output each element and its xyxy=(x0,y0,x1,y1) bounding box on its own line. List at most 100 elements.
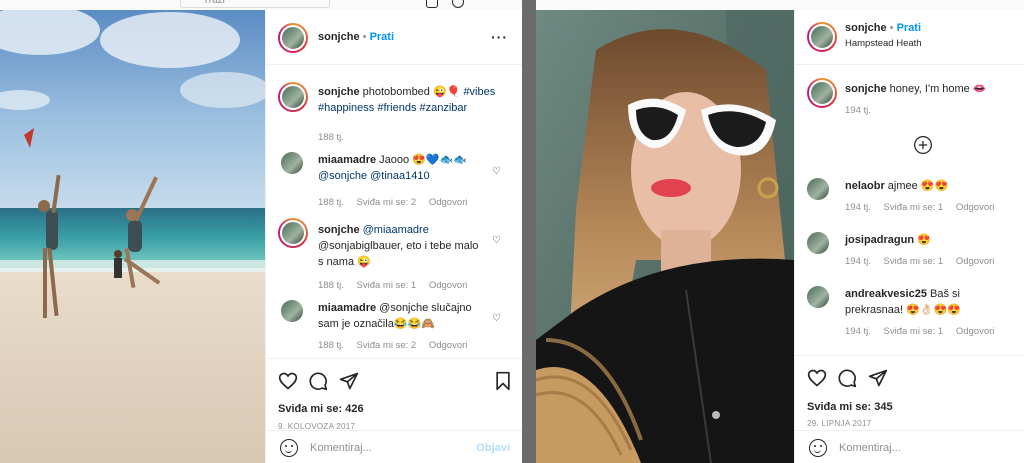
follow-button[interactable]: Prati xyxy=(370,31,394,43)
reply-button[interactable]: Odgovori xyxy=(429,340,468,351)
comment-text-cont: sam je označila😂😂🙈 xyxy=(318,318,435,330)
avatar[interactable] xyxy=(281,300,303,322)
post-username[interactable]: sonjche xyxy=(318,31,360,43)
post-card-2: sonjche • Prati Hampstead Heath sonjche … xyxy=(536,10,1024,463)
follow-button[interactable]: Prati xyxy=(897,22,921,34)
post-caption: sonjche honey, I'm home 👄 194 tj. xyxy=(795,78,1024,128)
emoji-smile-icon[interactable] xyxy=(809,439,827,457)
reply-button[interactable]: Odgovori xyxy=(429,197,468,208)
caption-text: photobombed 😜🎈 xyxy=(362,86,461,98)
instagram-screens: Traži sonjche • Prati ··· sonjche photob… xyxy=(0,0,1024,463)
comment-item: josipadragun 😍 194 tj. Sviđa mi se: 1 Od… xyxy=(795,232,1024,282)
comment-time[interactable]: 188 tj. xyxy=(318,197,344,208)
selfie-photo-image xyxy=(536,10,794,463)
home-icon[interactable] xyxy=(426,0,438,8)
comment-time[interactable]: 194 tj. xyxy=(845,202,871,213)
caption-text: honey, I'm home 👄 xyxy=(889,83,987,95)
comment-composer: Komentiraj... xyxy=(795,430,1024,463)
comment-text-cont: s nama 😜 xyxy=(318,256,371,268)
post-actions: Sviđa mi se: 345 29. LIPNJA 2017 xyxy=(795,355,1024,428)
caption-username[interactable]: sonjche xyxy=(845,83,887,95)
comment-text: Baš si xyxy=(930,288,960,300)
comment-bubble-icon[interactable] xyxy=(837,368,857,388)
more-options-icon[interactable]: ··· xyxy=(491,29,508,45)
post-caption: sonjche photobombed 😜🎈 #vibes #happiness… xyxy=(266,80,522,150)
explore-icon[interactable] xyxy=(452,0,464,8)
reply-button[interactable]: Odgovori xyxy=(956,202,995,213)
save-bookmark-icon[interactable] xyxy=(493,371,513,391)
caption-username[interactable]: sonjche xyxy=(318,86,360,98)
comment-input[interactable]: Komentiraj... xyxy=(839,442,901,454)
share-paperplane-icon[interactable] xyxy=(339,371,359,391)
avatar[interactable] xyxy=(807,22,837,52)
comment-text: Jaooo 😍💙🐟🐟 xyxy=(379,154,467,166)
comment-likes[interactable]: Sviđa mi se: 1 xyxy=(884,256,944,267)
post-date[interactable]: 29. LIPNJA 2017 xyxy=(807,419,872,428)
like-heart-icon[interactable] xyxy=(278,371,298,391)
reply-button[interactable]: Odgovori xyxy=(956,256,995,267)
comment-likes[interactable]: Sviđa mi se: 1 xyxy=(884,326,944,337)
caption-time[interactable]: 188 tj. xyxy=(318,132,344,143)
comment-time[interactable]: 194 tj. xyxy=(845,326,871,337)
post-photo-selfie[interactable] xyxy=(536,10,794,463)
like-count[interactable]: Sviđa mi se: 345 xyxy=(807,401,893,413)
comment-input[interactable]: Komentiraj... xyxy=(310,442,372,454)
post-location[interactable]: Hampstead Heath xyxy=(845,38,922,49)
top-navigation-strip: Traži xyxy=(0,0,1024,10)
post-card-1: sonjche • Prati ··· sonjche photobombed … xyxy=(0,10,522,463)
avatar[interactable] xyxy=(278,218,308,248)
like-count[interactable]: Sviđa mi se: 426 xyxy=(278,403,364,415)
comment-username[interactable]: miaamadre xyxy=(318,154,376,166)
reply-button[interactable]: Odgovori xyxy=(956,326,995,337)
separator-dot: • xyxy=(889,22,897,34)
caption-time[interactable]: 194 tj. xyxy=(845,105,871,116)
comment-time[interactable]: 194 tj. xyxy=(845,256,871,267)
comment-username[interactable]: nelaobr xyxy=(845,180,885,192)
comment-time[interactable]: 188 tj. xyxy=(318,340,344,351)
comment-bubble-icon[interactable] xyxy=(308,371,328,391)
comment-mentions[interactable]: @sonjche @tinaa1410 xyxy=(318,170,430,182)
hashtag[interactable]: #vibes xyxy=(463,86,495,98)
gutter xyxy=(522,0,536,463)
share-paperplane-icon[interactable] xyxy=(868,368,888,388)
comment-username[interactable]: sonjche xyxy=(318,224,360,236)
post-header-1: sonjche • Prati ··· xyxy=(266,10,522,65)
comment-text-cont: prekrasnaa! 😍👌🏻😍😍 xyxy=(845,304,961,316)
comment-likes[interactable]: Sviđa mi se: 1 xyxy=(884,202,944,213)
comment-time[interactable]: 188 tj. xyxy=(318,280,344,291)
comment-text: @sonjabiglbauer, eto i tebe malo xyxy=(318,240,479,252)
comment-username[interactable]: andreakvesic25 xyxy=(845,288,927,300)
comment-composer: Komentiraj... Objavi xyxy=(266,430,522,463)
hashtags[interactable]: #happiness #friends #zanzibar xyxy=(318,102,467,114)
comment-item: nelaobr ajmee 😍😍 194 tj. Sviđa mi se: 1 … xyxy=(795,178,1024,228)
post-side-panel-2: sonjche • Prati Hampstead Heath sonjche … xyxy=(794,10,1024,463)
avatar[interactable] xyxy=(807,178,829,200)
emoji-smile-icon[interactable] xyxy=(280,439,298,457)
comment-mention[interactable]: @miaamadre xyxy=(363,224,429,236)
post-comment-button[interactable]: Objavi xyxy=(476,442,510,454)
avatar[interactable] xyxy=(807,78,837,108)
separator-dot: • xyxy=(362,31,370,43)
search-input[interactable]: Traži xyxy=(180,0,330,8)
comment-item: sonjche @miaamadre @sonjabiglbauer, eto … xyxy=(266,218,522,297)
like-heart-icon[interactable] xyxy=(807,368,827,388)
post-username[interactable]: sonjche xyxy=(845,22,887,34)
comment-like-heart-icon[interactable]: ♡ xyxy=(492,167,502,177)
load-more-plus-icon[interactable] xyxy=(913,135,933,155)
avatar[interactable] xyxy=(278,23,308,53)
post-header-2: sonjche • Prati Hampstead Heath xyxy=(795,10,1024,65)
comment-likes[interactable]: Sviđa mi se: 2 xyxy=(357,197,417,208)
comment-username[interactable]: josipadragun xyxy=(845,234,914,246)
post-photo-beach[interactable] xyxy=(0,10,265,463)
comment-like-heart-icon[interactable]: ♡ xyxy=(492,236,502,246)
avatar[interactable] xyxy=(281,152,303,174)
avatar[interactable] xyxy=(278,82,308,112)
comment-likes[interactable]: Sviđa mi se: 2 xyxy=(357,340,417,351)
avatar[interactable] xyxy=(807,286,829,308)
comment-like-heart-icon[interactable]: ♡ xyxy=(492,314,502,324)
comment-item: andreakvesic25 Baš si prekrasnaa! 😍👌🏻😍😍 … xyxy=(795,286,1024,351)
comment-username[interactable]: miaamadre xyxy=(318,302,376,314)
reply-button[interactable]: Odgovori xyxy=(429,280,468,291)
avatar[interactable] xyxy=(807,232,829,254)
comment-likes[interactable]: Sviđa mi se: 1 xyxy=(357,280,417,291)
